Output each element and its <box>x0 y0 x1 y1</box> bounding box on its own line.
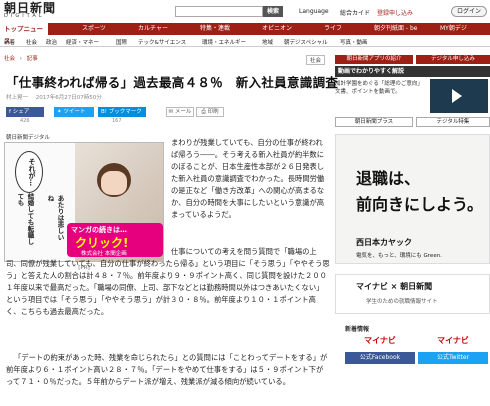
mail-button[interactable]: ✉ メール <box>166 107 194 117</box>
article-author[interactable]: 村上晃一 <box>6 95 28 101</box>
facebook-official-button[interactable]: 公式Facebook <box>345 352 415 364</box>
ad-brand: 西日本カヤック <box>356 238 412 247</box>
manga-ad[interactable]: それが… 結婚しても転職しても あたりは悲しいね マンガの続きは… クリック! … <box>4 142 164 262</box>
hatena-bookmark-button[interactable]: B! ブックマーク <box>98 107 146 117</box>
nav-top-news[interactable]: トップニュース <box>0 23 48 45</box>
nav2-society[interactable]: 社会 <box>26 38 37 46</box>
primary-nav: トップニュース スポーツ カルチャー 特集・連載 オピニオン ライフ 朝夕刊紙面… <box>0 23 490 45</box>
secondary-nav: 新着 社会 政治 経済・マネー 国際 テック&サイエンス 環境・エネルギー 地域… <box>0 36 490 47</box>
article-meta: 村上晃一 2017年6月27日07時50分 <box>6 93 102 101</box>
nav-sports[interactable]: スポーツ <box>82 23 106 35</box>
digital-apply-button[interactable]: デジタル申し込み <box>416 55 490 64</box>
ad-small-text: 電気を、もっと、環境にも Green. <box>356 253 442 259</box>
article-paragraph-1: まわりが残業していても、自分の仕事が終われば帰ろう――。そう考える新入社員が約半… <box>171 138 325 219</box>
nav2-environment[interactable]: 環境・エネルギー <box>202 38 246 46</box>
article-paragraph-2: 仕事についての考えを問う質問で「職場の上司、同僚が残業していても、自分の仕事が終… <box>6 247 330 316</box>
mynavi-facebook-card[interactable]: マイナビ 公式Facebook <box>345 334 415 384</box>
mynavi-logo: マイナビ <box>364 336 396 345</box>
nav2-photo[interactable]: 写真・動画 <box>340 38 368 46</box>
mynavi-banner-title: マイナビ × 朝日新聞 <box>356 282 433 291</box>
nav-my[interactable]: MY朝デジ <box>440 23 467 35</box>
article-title: 「仕事終われば帰る」過去最高４８％ 新入社員意識調査 <box>6 75 339 90</box>
nav-culture[interactable]: カルチャー <box>138 23 168 35</box>
nav2-economy[interactable]: 経済・マネー <box>66 38 99 46</box>
print-icon: ⎙ <box>201 109 206 115</box>
hatena-icon: B! <box>101 109 109 115</box>
play-icon <box>452 89 462 103</box>
ad-headline-1: 退職は、 <box>356 169 421 188</box>
login-button[interactable]: ログイン <box>451 6 487 17</box>
digital-feature-button[interactable]: テジタル特集 <box>416 117 490 127</box>
signup-link[interactable]: 登録申し込み <box>377 8 413 17</box>
twitter-share-button[interactable]: ✦ ツイート <box>54 107 94 117</box>
ad-speech-1: それが… <box>15 151 43 193</box>
sidebar-ad[interactable]: 退職は、 前向きにしよう。 西日本カヤック 電気を、もっと、環境にも Green… <box>335 134 490 264</box>
app-intro-button[interactable]: 朝日新聞アプリの紹介 <box>335 55 413 64</box>
mail-button-label: メール <box>174 109 192 115</box>
nav2-special[interactable]: 朝デジスペシャル <box>284 38 328 46</box>
breadcrumb: 社会 › 記事 <box>4 54 38 62</box>
breadcrumb-separator: › <box>19 56 22 62</box>
mynavi-logo-2: マイナビ <box>437 336 469 345</box>
category-tag[interactable]: 社会 <box>306 55 326 65</box>
nav2-politics[interactable]: 政治 <box>46 38 57 46</box>
hatena-share-label: ブックマーク <box>108 109 142 115</box>
nav2-tech[interactable]: テック&サイエンス <box>138 38 186 46</box>
facebook-share-button[interactable]: f シェア <box>6 107 44 117</box>
print-button[interactable]: ⎙ 印刷 <box>196 107 224 117</box>
video-thumbnail[interactable] <box>430 79 488 113</box>
nav-opinion[interactable]: オピニオン <box>262 23 292 35</box>
language-link[interactable]: Language <box>299 8 329 15</box>
video-section-header: 動画でわかりやすく解説 <box>335 66 490 77</box>
guide-link[interactable]: 総合カイド <box>340 8 370 17</box>
facebook-share-label: シェア <box>12 109 30 115</box>
nav-life[interactable]: ライフ <box>324 23 342 35</box>
nav2-region[interactable]: 地域 <box>262 38 273 46</box>
search-input[interactable] <box>175 6 263 17</box>
breadcrumb-article: 記事 <box>26 56 38 62</box>
news-section-header: 新着情報 <box>345 326 370 333</box>
manga-character-face <box>101 171 127 195</box>
ad-speech-2: 結婚しても転職しても <box>16 193 34 245</box>
mail-icon: ✉ <box>168 109 174 115</box>
nav2-world[interactable]: 国際 <box>116 38 127 46</box>
hatena-count: 167 <box>112 118 122 124</box>
facebook-count: 426 <box>20 118 30 124</box>
ad-source: 朝日新聞デジタル <box>6 135 50 141</box>
mynavi-banner[interactable]: マイナビ × 朝日新聞 学生のための就職情報サイト <box>335 274 490 314</box>
mynavi-banner-sub: 学生のための就職情報サイト <box>366 299 438 305</box>
search-button[interactable]: 検索 <box>263 6 283 17</box>
article-date: 2017年6月27日07時50分 <box>35 95 102 101</box>
twitter-official-button[interactable]: 公式Twitter <box>418 352 488 364</box>
nav-newspaper[interactable]: 朝夕刊紙面 - be <box>374 23 417 35</box>
nav-features[interactable]: 特集・連載 <box>200 23 230 35</box>
video-description[interactable]: 加計学園をめぐる「総理のご意向」文書、ポイントを動画で。 <box>335 80 428 96</box>
ad-headline-2: 前向きにしよう。 <box>356 195 484 214</box>
twitter-share-label: ツイート <box>63 109 86 115</box>
breadcrumb-society[interactable]: 社会 <box>4 56 15 62</box>
asahi-plus-button[interactable]: 朝日新聞プラス <box>335 117 413 127</box>
mynavi-twitter-card[interactable]: マイナビ 公式Twitter <box>418 334 488 384</box>
nav2-latest[interactable]: 新着 <box>4 38 15 46</box>
site-logo[interactable]: 朝日新聞 DIGITAL <box>4 2 56 20</box>
ad-speech-3: あたりは悲しいね <box>46 195 64 241</box>
print-button-label: 印刷 <box>207 109 219 115</box>
article-paragraph-3: 「デートの約束があった時、残業を命じられたら」との質問には「ことわってデートをす… <box>6 353 328 386</box>
